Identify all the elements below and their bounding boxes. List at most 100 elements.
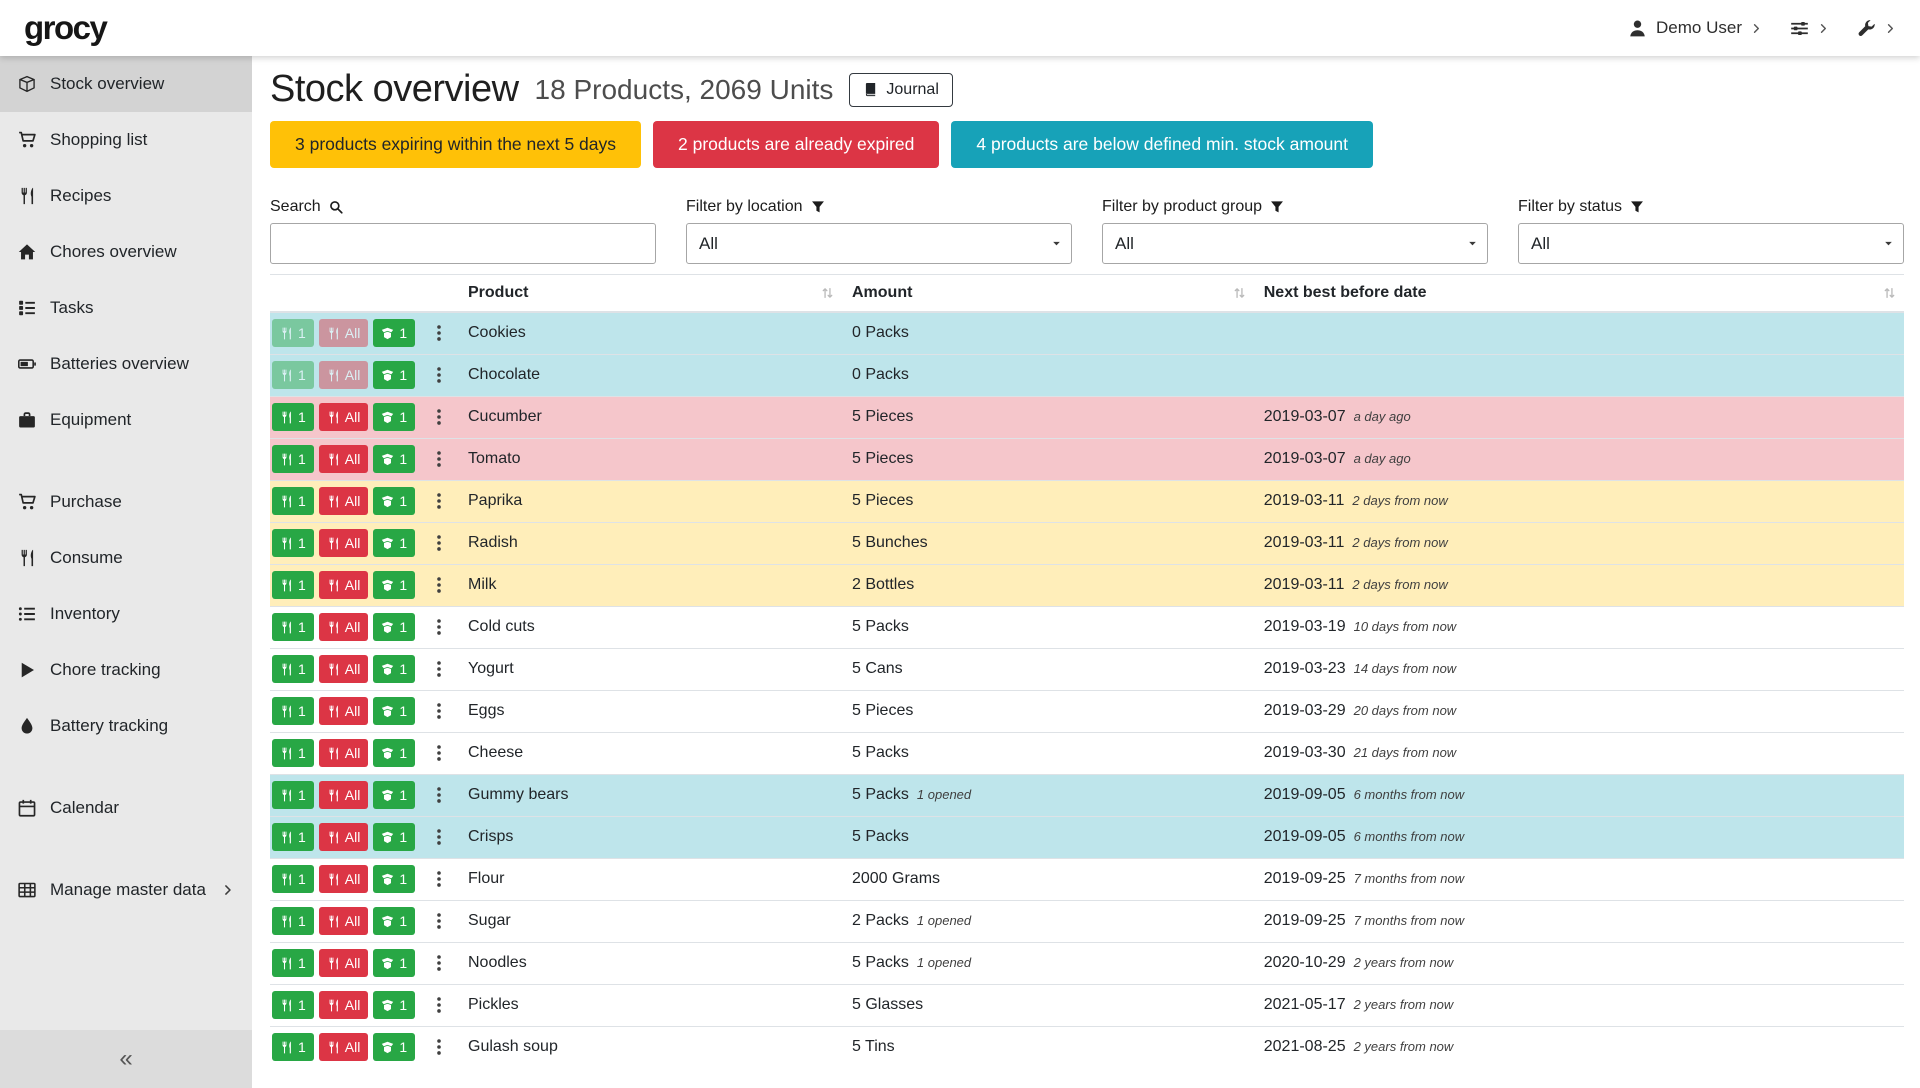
row-menu-kebab-icon[interactable] <box>430 324 448 342</box>
row-menu-kebab-icon[interactable] <box>430 618 448 636</box>
consume-all-button[interactable]: All <box>319 865 369 893</box>
status-filter-select[interactable]: All <box>1518 223 1904 264</box>
sidebar-item-stock-overview[interactable]: Stock overview <box>0 56 252 112</box>
consume-one-button[interactable]: 1 <box>272 823 314 851</box>
sidebar-item-consume[interactable]: Consume <box>0 530 252 586</box>
consume-one-button[interactable]: 1 <box>272 361 314 389</box>
product-group-filter-select[interactable]: All <box>1102 223 1488 264</box>
consume-all-button[interactable]: All <box>319 487 369 515</box>
consume-one-button[interactable]: 1 <box>272 529 314 557</box>
sidebar-item-batteries-overview[interactable]: Batteries overview <box>0 336 252 392</box>
row-menu-kebab-icon[interactable] <box>430 828 448 846</box>
row-menu-kebab-icon[interactable] <box>430 576 448 594</box>
row-menu-kebab-icon[interactable] <box>430 912 448 930</box>
consume-all-button[interactable]: All <box>319 319 369 347</box>
sidebar-item-inventory[interactable]: Inventory <box>0 586 252 642</box>
settings-menu[interactable] <box>1790 19 1829 38</box>
consume-all-button[interactable]: All <box>319 949 369 977</box>
consume-all-button[interactable]: All <box>319 739 369 767</box>
column-header-amount[interactable]: Amount <box>842 275 1254 313</box>
open-one-button[interactable]: 1 <box>373 991 415 1019</box>
row-menu-kebab-icon[interactable] <box>430 786 448 804</box>
sidebar-item-manage-master-data[interactable]: Manage master data <box>0 862 252 918</box>
consume-all-button[interactable]: All <box>319 1033 369 1061</box>
sidebar-item-battery-tracking[interactable]: Battery tracking <box>0 698 252 754</box>
consume-all-button[interactable]: All <box>319 571 369 599</box>
consume-one-button[interactable]: 1 <box>272 319 314 347</box>
row-menu-kebab-icon[interactable] <box>430 1038 448 1056</box>
row-menu-kebab-icon[interactable] <box>430 744 448 762</box>
consume-one-button[interactable]: 1 <box>272 949 314 977</box>
consume-one-button[interactable]: 1 <box>272 445 314 473</box>
consume-all-button[interactable]: All <box>319 445 369 473</box>
consume-one-button[interactable]: 1 <box>272 781 314 809</box>
consume-one-button[interactable]: 1 <box>272 697 314 725</box>
row-menu-kebab-icon[interactable] <box>430 408 448 426</box>
consume-all-button[interactable]: All <box>319 697 369 725</box>
open-one-button[interactable]: 1 <box>373 1033 415 1061</box>
consume-one-button[interactable]: 1 <box>272 865 314 893</box>
open-one-button[interactable]: 1 <box>373 949 415 977</box>
open-one-button[interactable]: 1 <box>373 361 415 389</box>
open-one-button[interactable]: 1 <box>373 739 415 767</box>
consume-all-button[interactable]: All <box>319 907 369 935</box>
search-input[interactable] <box>270 223 656 264</box>
sidebar-item-calendar[interactable]: Calendar <box>0 780 252 836</box>
app-logo[interactable]: grocy <box>24 9 106 47</box>
row-menu-kebab-icon[interactable] <box>430 660 448 678</box>
sidebar-item-recipes[interactable]: Recipes <box>0 168 252 224</box>
column-header-next-best-before-date[interactable]: Next best before date <box>1254 275 1904 313</box>
user-menu[interactable]: Demo User <box>1628 18 1762 38</box>
location-filter-select[interactable]: All <box>686 223 1072 264</box>
consume-all-button[interactable]: All <box>319 991 369 1019</box>
open-one-button[interactable]: 1 <box>373 487 415 515</box>
expiring-soon-alert-button[interactable]: 3 products expiring within the next 5 da… <box>270 121 641 168</box>
open-one-button[interactable]: 1 <box>373 319 415 347</box>
admin-tools-menu[interactable] <box>1857 19 1896 38</box>
sidebar-item-tasks[interactable]: Tasks <box>0 280 252 336</box>
below-min-stock-alert-button[interactable]: 4 products are below defined min. stock … <box>951 121 1373 168</box>
consume-one-button[interactable]: 1 <box>272 907 314 935</box>
expired-alert-button[interactable]: 2 products are already expired <box>653 121 939 168</box>
open-one-button[interactable]: 1 <box>373 865 415 893</box>
open-one-button[interactable]: 1 <box>373 529 415 557</box>
consume-one-button[interactable]: 1 <box>272 613 314 641</box>
sidebar-item-purchase[interactable]: Purchase <box>0 474 252 530</box>
sidebar-item-shopping-list[interactable]: Shopping list <box>0 112 252 168</box>
consume-all-button[interactable]: All <box>319 403 369 431</box>
open-one-button[interactable]: 1 <box>373 907 415 935</box>
consume-one-button[interactable]: 1 <box>272 739 314 767</box>
consume-one-button[interactable]: 1 <box>272 655 314 683</box>
row-menu-kebab-icon[interactable] <box>430 492 448 510</box>
row-menu-kebab-icon[interactable] <box>430 450 448 468</box>
consume-all-button[interactable]: All <box>319 823 369 851</box>
consume-all-button[interactable]: All <box>319 655 369 683</box>
consume-all-button[interactable]: All <box>319 361 369 389</box>
sidebar-collapse-button[interactable]: « <box>0 1030 252 1088</box>
row-menu-kebab-icon[interactable] <box>430 870 448 888</box>
open-one-button[interactable]: 1 <box>373 571 415 599</box>
open-one-button[interactable]: 1 <box>373 781 415 809</box>
sidebar-item-chore-tracking[interactable]: Chore tracking <box>0 642 252 698</box>
column-header-product[interactable]: Product <box>458 275 842 313</box>
row-menu-kebab-icon[interactable] <box>430 702 448 720</box>
consume-one-button[interactable]: 1 <box>272 1033 314 1061</box>
row-menu-kebab-icon[interactable] <box>430 366 448 384</box>
open-one-button[interactable]: 1 <box>373 613 415 641</box>
consume-all-button[interactable]: All <box>319 613 369 641</box>
row-menu-kebab-icon[interactable] <box>430 954 448 972</box>
consume-all-button[interactable]: All <box>319 529 369 557</box>
sidebar-item-chores-overview[interactable]: Chores overview <box>0 224 252 280</box>
consume-one-button[interactable]: 1 <box>272 403 314 431</box>
open-one-button[interactable]: 1 <box>373 445 415 473</box>
row-menu-kebab-icon[interactable] <box>430 996 448 1014</box>
open-one-button[interactable]: 1 <box>373 823 415 851</box>
consume-all-button[interactable]: All <box>319 781 369 809</box>
consume-one-button[interactable]: 1 <box>272 571 314 599</box>
open-one-button[interactable]: 1 <box>373 697 415 725</box>
consume-one-button[interactable]: 1 <box>272 991 314 1019</box>
consume-one-button[interactable]: 1 <box>272 487 314 515</box>
open-one-button[interactable]: 1 <box>373 655 415 683</box>
open-one-button[interactable]: 1 <box>373 403 415 431</box>
row-menu-kebab-icon[interactable] <box>430 534 448 552</box>
